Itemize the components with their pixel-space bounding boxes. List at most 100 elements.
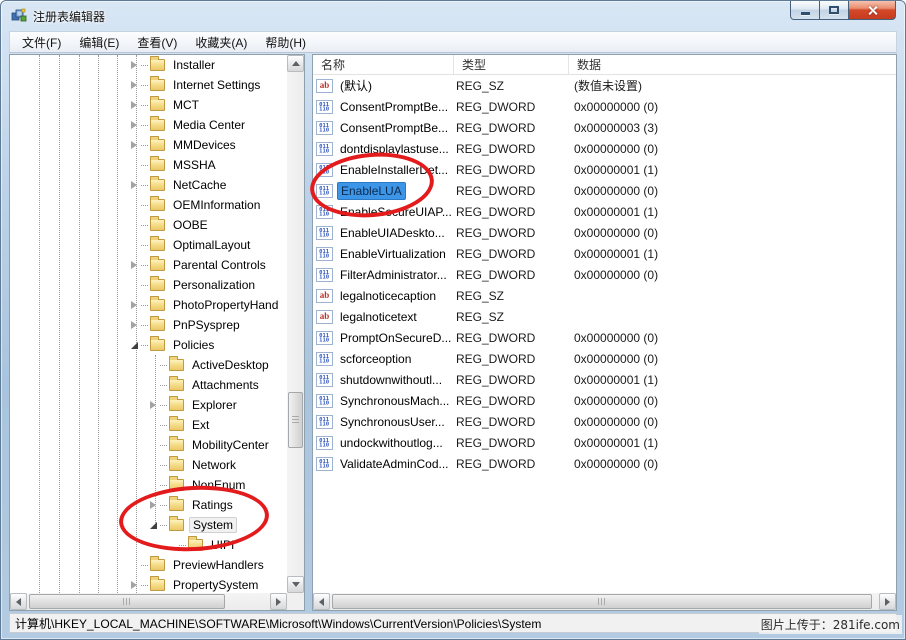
folder-icon <box>150 199 165 211</box>
menu-edit[interactable]: 编辑(E) <box>70 31 128 54</box>
value-data: 0x00000000 (0) <box>569 184 896 198</box>
window-title: 注册表编辑器 <box>33 8 105 25</box>
tree-item-personalization[interactable]: Personalization <box>10 275 287 295</box>
tree-item-photopropertyhand[interactable]: PhotoPropertyHand <box>10 295 287 315</box>
expand-arrow-icon[interactable] <box>147 501 159 509</box>
value-row-promptonsecured[interactable]: 011110PromptOnSecureD...REG_DWORD0x00000… <box>313 327 896 348</box>
list-hscroll-thumb[interactable] <box>332 594 872 609</box>
expand-arrow-icon[interactable] <box>128 81 140 89</box>
regedit-app-icon <box>11 8 27 24</box>
tree-item-pnpsysprep[interactable]: PnPSysprep <box>10 315 287 335</box>
tree-item-previewhandlers[interactable]: PreviewHandlers <box>10 555 287 575</box>
tree-item-media-center[interactable]: Media Center <box>10 115 287 135</box>
column-header-2[interactable]: 数据 <box>569 55 896 74</box>
menu-favorites[interactable]: 收藏夹(A) <box>186 31 256 54</box>
tree-item-mmdevices[interactable]: MMDevices <box>10 135 287 155</box>
list-horizontal-scrollbar[interactable] <box>313 593 896 610</box>
expand-arrow-icon[interactable] <box>128 181 140 189</box>
value-name-cell: 011110ConsentPromptBe... <box>313 99 454 115</box>
tree-connector-dots <box>141 265 148 266</box>
tree-item-mobilitycenter[interactable]: MobilityCenter <box>10 435 287 455</box>
tree-item-parental-controls[interactable]: Parental Controls <box>10 255 287 275</box>
tree-item-uipi[interactable]: UIPI <box>10 535 287 555</box>
scroll-down-button[interactable] <box>287 576 304 593</box>
value-row-synchronoususer[interactable]: 011110SynchronousUser...REG_DWORD0x00000… <box>313 411 896 432</box>
tree-item-explorer[interactable]: Explorer <box>10 395 287 415</box>
expand-arrow-icon[interactable] <box>128 141 140 149</box>
value-row-default[interactable]: ab(默认)REG_SZ(数值未设置) <box>313 75 896 96</box>
expand-arrow-icon[interactable] <box>128 261 140 269</box>
value-data: 0x00000000 (0) <box>569 415 896 429</box>
value-type: REG_DWORD <box>454 247 569 261</box>
tree-connector-dots <box>141 125 148 126</box>
menu-help[interactable]: 帮助(H) <box>256 31 315 54</box>
tree-item-activedesktop[interactable]: ActiveDesktop <box>10 355 287 375</box>
tree-horizontal-scrollbar[interactable] <box>10 593 287 610</box>
expand-arrow-icon[interactable] <box>128 61 140 69</box>
value-row-enablelua[interactable]: 011110EnableLUAREG_DWORD0x00000000 (0) <box>313 180 896 201</box>
expand-arrow-icon[interactable] <box>128 321 140 329</box>
menu-view[interactable]: 查看(V) <box>128 31 186 54</box>
tree-vscroll-thumb[interactable] <box>288 392 303 448</box>
value-row-enableinstallerdet[interactable]: 011110EnableInstallerDet...REG_DWORD0x00… <box>313 159 896 180</box>
value-row-consentpromptbe[interactable]: 011110ConsentPromptBe...REG_DWORD0x00000… <box>313 117 896 138</box>
value-row-enableuiadeskto[interactable]: 011110EnableUIADeskto...REG_DWORD0x00000… <box>313 222 896 243</box>
expand-arrow-icon[interactable] <box>128 101 140 109</box>
expand-arrow-icon[interactable] <box>128 301 140 309</box>
expand-arrow-icon[interactable] <box>128 581 140 589</box>
tree-item-policies[interactable]: Policies <box>10 335 287 355</box>
value-type: REG_DWORD <box>454 373 569 387</box>
value-row-dontdisplaylastuse[interactable]: 011110dontdisplaylastuse...REG_DWORD0x00… <box>313 138 896 159</box>
value-row-validateadmincod[interactable]: 011110ValidateAdminCod...REG_DWORD0x0000… <box>313 453 896 474</box>
collapse-arrow-icon[interactable] <box>147 522 159 529</box>
tree-item-mct[interactable]: MCT <box>10 95 287 115</box>
tree-item-network[interactable]: Network <box>10 455 287 475</box>
value-row-shutdownwithoutl[interactable]: 011110shutdownwithoutl...REG_DWORD0x0000… <box>313 369 896 390</box>
column-header-1[interactable]: 类型 <box>454 55 569 74</box>
tree-item-ratings[interactable]: Ratings <box>10 495 287 515</box>
scroll-right-button[interactable] <box>879 593 896 610</box>
tree-item-oobe[interactable]: OOBE <box>10 215 287 235</box>
value-row-enablevirtualization[interactable]: 011110EnableVirtualizationREG_DWORD0x000… <box>313 243 896 264</box>
minimize-button[interactable] <box>790 1 820 20</box>
registry-values-panel: 名称类型数据 ab(默认)REG_SZ(数值未设置)011110ConsentP… <box>312 54 897 611</box>
tree-item-netcache[interactable]: NetCache <box>10 175 287 195</box>
expand-arrow-icon[interactable] <box>147 401 159 409</box>
tree-item-optimallayout[interactable]: OptimalLayout <box>10 235 287 255</box>
tree-vertical-scrollbar[interactable] <box>287 55 304 593</box>
value-row-undockwithoutlog[interactable]: 011110undockwithoutlog...REG_DWORD0x0000… <box>313 432 896 453</box>
reg-dword-icon: 011110 <box>316 121 333 135</box>
column-header-0[interactable]: 名称 <box>313 55 454 74</box>
value-row-filteradministrator[interactable]: 011110FilterAdministrator...REG_DWORD0x0… <box>313 264 896 285</box>
tree-connector-dots <box>141 305 148 306</box>
tree-item-oeminformation[interactable]: OEMInformation <box>10 195 287 215</box>
tree-connector-dots <box>160 525 167 526</box>
scroll-left-button[interactable] <box>313 593 330 610</box>
scroll-up-button[interactable] <box>287 55 304 72</box>
value-type: REG_DWORD <box>454 184 569 198</box>
scroll-right-button[interactable] <box>270 593 287 610</box>
tree-item-mssha[interactable]: MSSHA <box>10 155 287 175</box>
tree-item-installer[interactable]: Installer <box>10 55 287 75</box>
title-bar[interactable]: 注册表编辑器 <box>1 1 905 31</box>
tree-hscroll-thumb[interactable] <box>29 594 225 609</box>
tree-item-internet-settings[interactable]: Internet Settings <box>10 75 287 95</box>
collapse-arrow-icon[interactable] <box>128 342 140 349</box>
tree-item-nonenum[interactable]: NonEnum <box>10 475 287 495</box>
maximize-button[interactable] <box>820 1 849 20</box>
value-row-legalnoticetext[interactable]: ablegalnoticetextREG_SZ <box>313 306 896 327</box>
watermark-text: 图片上传于：281ife.com <box>759 615 902 634</box>
value-row-legalnoticecaption[interactable]: ablegalnoticecaptionREG_SZ <box>313 285 896 306</box>
tree-item-ext[interactable]: Ext <box>10 415 287 435</box>
value-row-consentpromptbe[interactable]: 011110ConsentPromptBe...REG_DWORD0x00000… <box>313 96 896 117</box>
scroll-left-button[interactable] <box>10 593 27 610</box>
tree-item-system[interactable]: System <box>10 515 287 535</box>
tree-item-propertysystem[interactable]: PropertySystem <box>10 575 287 593</box>
menu-file[interactable]: 文件(F) <box>13 31 70 54</box>
value-row-scforceoption[interactable]: 011110scforceoptionREG_DWORD0x00000000 (… <box>313 348 896 369</box>
expand-arrow-icon[interactable] <box>128 121 140 129</box>
value-row-synchronousmach[interactable]: 011110SynchronousMach...REG_DWORD0x00000… <box>313 390 896 411</box>
close-button[interactable] <box>849 1 896 20</box>
value-row-enablesecureuiap[interactable]: 011110EnableSecureUIAP...REG_DWORD0x0000… <box>313 201 896 222</box>
tree-item-attachments[interactable]: Attachments <box>10 375 287 395</box>
